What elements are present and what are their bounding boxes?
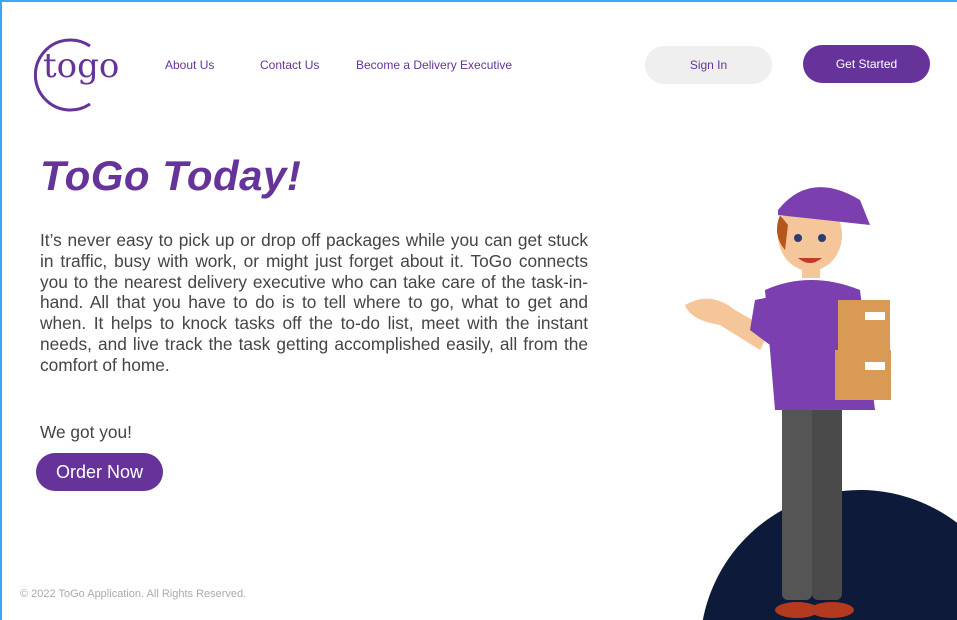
hero-description: It’s never easy to pick up or drop off p… (40, 230, 588, 375)
hero-tagline: We got you! (40, 422, 132, 442)
delivery-man-illustration (685, 187, 957, 620)
togo-logo[interactable]: togo (28, 38, 120, 112)
package-box (838, 300, 890, 350)
page-title: ToGo Today! (40, 152, 302, 199)
order-now-button[interactable]: Order Now (36, 453, 163, 491)
nav-become-delivery-executive[interactable]: Become a Delivery Executive (356, 58, 512, 72)
right-shoe (810, 602, 854, 618)
footer-copyright: © 2022 ToGo Application. All Rights Rese… (20, 588, 247, 600)
get-started-button[interactable]: Get Started (803, 45, 930, 83)
logo-text: togo (43, 46, 120, 86)
nav-about-us[interactable]: About Us (165, 58, 214, 72)
nav-contact-us[interactable]: Contact Us (260, 58, 319, 72)
sign-in-button[interactable]: Sign In (645, 46, 772, 84)
package-box (835, 350, 891, 400)
